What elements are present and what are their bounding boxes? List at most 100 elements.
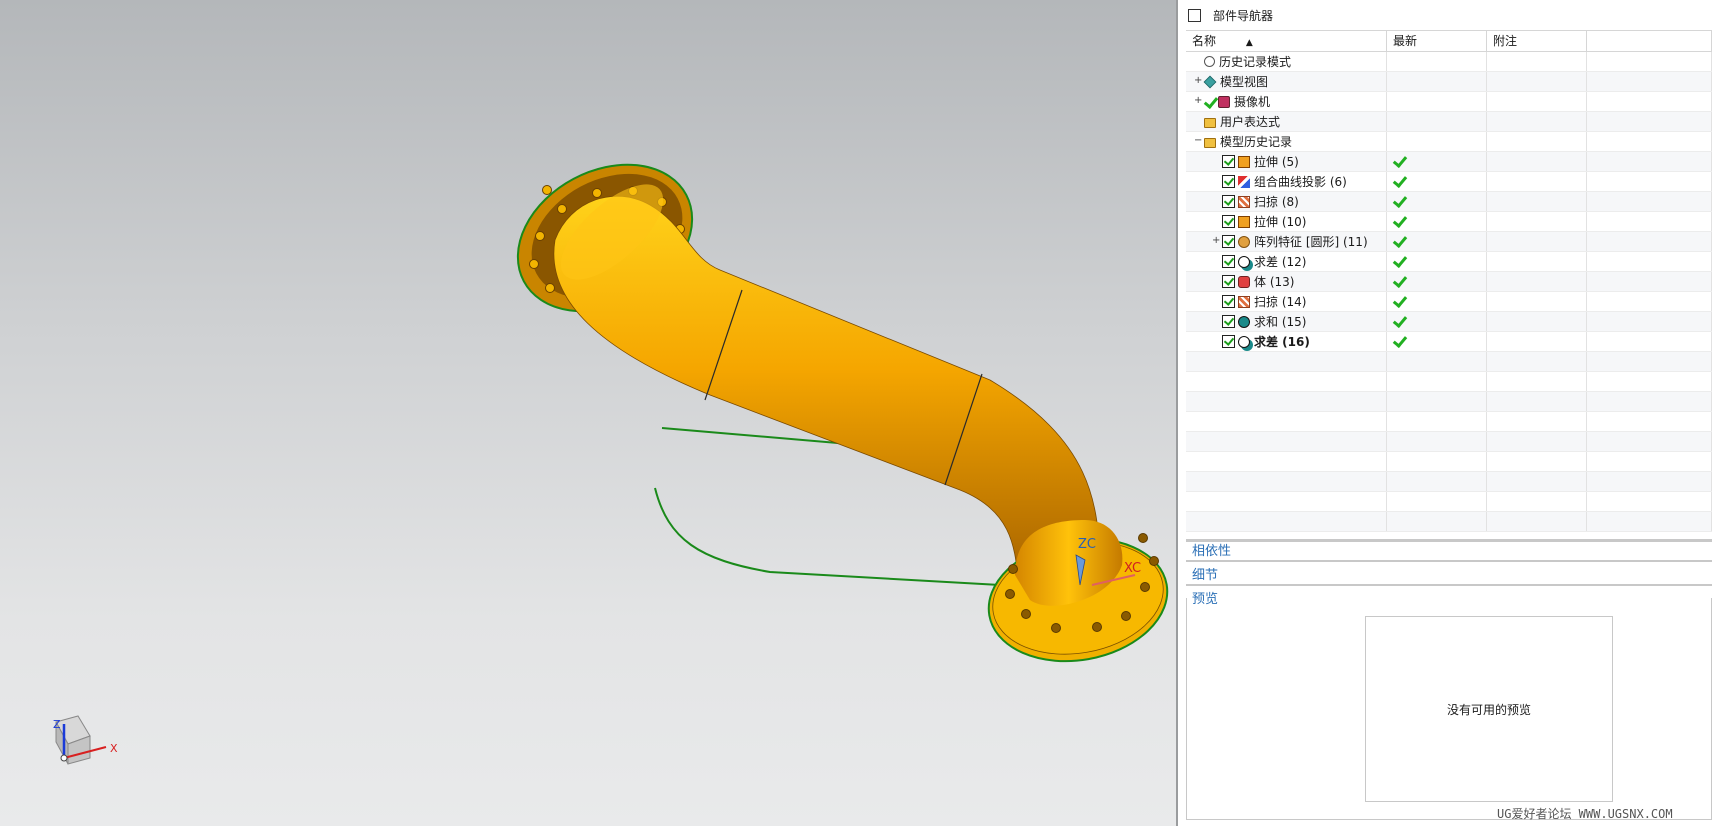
tree-row-notes-cell (1487, 332, 1587, 351)
tree-row-name-cell[interactable]: 体 (13) (1186, 272, 1387, 291)
feature-checkbox[interactable] (1222, 275, 1235, 288)
tree-row-name-cell[interactable]: − 模型历史记录 (1186, 132, 1387, 151)
tree-row-filler (1587, 132, 1712, 151)
graphics-viewport[interactable]: ZC XC Z X (0, 0, 1176, 826)
tree-row-label: 阵列特征 [圆形] (11) (1254, 235, 1368, 249)
expand-icon[interactable]: + (1194, 75, 1202, 86)
tree-empty-cell (1487, 452, 1587, 471)
camera-icon (1218, 95, 1230, 108)
section-details[interactable]: 细节 (1186, 565, 1712, 586)
folder-icon (1204, 118, 1216, 128)
viewport-divider[interactable] (1176, 0, 1178, 826)
tree-empty-cell (1487, 372, 1587, 391)
feature-checkbox[interactable] (1222, 235, 1235, 248)
tree-row[interactable]: 扫掠 (14) (1186, 292, 1712, 312)
up-to-date-check-icon (1393, 175, 1405, 187)
tree-row[interactable]: 体 (13) (1186, 272, 1712, 292)
tree-row-filler (1587, 52, 1712, 71)
feature-checkbox[interactable] (1222, 315, 1235, 328)
tree-row[interactable]: 组合曲线投影 (6) (1186, 172, 1712, 192)
tree-row-filler (1587, 272, 1712, 291)
collapse-icon[interactable]: − (1194, 135, 1202, 146)
tree-row-name-cell[interactable]: 扫掠 (8) (1186, 192, 1387, 211)
tree-empty-cell (1487, 392, 1587, 411)
window-box-icon[interactable] (1188, 8, 1201, 22)
tree-row-name-cell[interactable]: 拉伸 (5) (1186, 152, 1387, 171)
tree-row[interactable]: 求差 (12) (1186, 252, 1712, 272)
tree-row-name-cell[interactable]: + 阵列特征 [圆形] (11) (1186, 232, 1387, 251)
tree-empty-cell (1387, 492, 1487, 511)
wcs-zc-label: ZC (1078, 537, 1096, 552)
tree-row-notes-cell (1487, 152, 1587, 171)
feature-checkbox[interactable] (1222, 335, 1235, 348)
tree-row-name-cell[interactable]: 求差 (12) (1186, 252, 1387, 271)
tree-row-filler (1587, 152, 1712, 171)
tree-empty-cell (1186, 372, 1387, 391)
extrude-icon (1238, 215, 1250, 228)
feature-tree: 名称 ▲ 最新 附注 历史记录模式 + 模型视图 + 摄像机 用户表达式 − 模型历史记录 拉伸… (1186, 30, 1712, 542)
col-notes-header[interactable]: 附注 (1487, 31, 1587, 51)
tree-empty-cell (1186, 412, 1387, 431)
tree-row-notes-cell (1487, 172, 1587, 191)
tree-empty-cell (1487, 412, 1587, 431)
tree-row[interactable]: 扫掠 (8) (1186, 192, 1712, 212)
view-triad[interactable]: Z X (53, 715, 118, 765)
tree-row[interactable]: + 摄像机 (1186, 92, 1712, 112)
tree-empty-cell (1587, 452, 1712, 471)
tree-empty-row (1186, 432, 1712, 452)
tree-row[interactable]: 拉伸 (5) (1186, 152, 1712, 172)
feature-checkbox[interactable] (1222, 195, 1235, 208)
expand-icon[interactable]: + (1212, 235, 1220, 246)
feature-checkbox[interactable] (1222, 295, 1235, 308)
tree-row[interactable]: 用户表达式 (1186, 112, 1712, 132)
tree-row[interactable]: − 模型历史记录 (1186, 132, 1712, 152)
col-latest-header[interactable]: 最新 (1387, 31, 1487, 51)
tree-row-name-cell[interactable]: 组合曲线投影 (6) (1186, 172, 1387, 191)
tree-empty-cell (1186, 352, 1387, 371)
tree-row[interactable]: 求差 (16) (1186, 332, 1712, 352)
tree-row-filler (1587, 72, 1712, 91)
tree-row[interactable]: + 模型视图 (1186, 72, 1712, 92)
feature-checkbox[interactable] (1222, 215, 1235, 228)
tree-empty-cell (1387, 412, 1487, 431)
navigator-title: 部件导航器 (1213, 8, 1274, 23)
tree-row-name-cell[interactable]: 拉伸 (10) (1186, 212, 1387, 231)
tree-row[interactable]: 拉伸 (10) (1186, 212, 1712, 232)
tree-empty-cell (1186, 392, 1387, 411)
tree-empty-cell (1487, 492, 1587, 511)
feature-checkbox[interactable] (1222, 175, 1235, 188)
tree-row-name-cell[interactable]: 扫掠 (14) (1186, 292, 1387, 311)
tree-row-name-cell[interactable]: 求和 (15) (1186, 312, 1387, 331)
tree-row[interactable]: 历史记录模式 (1186, 52, 1712, 72)
tree-row-filler (1587, 332, 1712, 351)
folder-open-icon (1204, 138, 1216, 148)
tree-row-latest-cell (1387, 152, 1487, 171)
tree-row-notes-cell (1487, 252, 1587, 271)
feature-checkbox[interactable] (1222, 155, 1235, 168)
tree-empty-row (1186, 412, 1712, 432)
up-to-date-check-icon (1393, 275, 1405, 287)
tree-row-notes-cell (1487, 92, 1587, 111)
tree-row-label: 求差 (12) (1254, 255, 1307, 269)
triad-x-label: X (110, 742, 118, 755)
tree-row-name-cell[interactable]: 用户表达式 (1186, 112, 1387, 131)
tree-row-latest-cell (1387, 212, 1487, 231)
tree-row-notes-cell (1487, 112, 1587, 131)
tree-row-name-cell[interactable]: + 摄像机 (1186, 92, 1387, 111)
tree-row[interactable]: 求和 (15) (1186, 312, 1712, 332)
tree-row[interactable]: + 阵列特征 [圆形] (11) (1186, 232, 1712, 252)
feature-checkbox[interactable] (1222, 255, 1235, 268)
pipe-model-render[interactable]: ZC XC Z X (0, 0, 1176, 826)
tree-rows: 历史记录模式 + 模型视图 + 摄像机 用户表达式 − 模型历史记录 拉伸 (5) 组合曲线投影 … (1186, 52, 1712, 532)
section-dependencies[interactable]: 相依性 (1186, 541, 1712, 562)
tree-empty-cell (1186, 432, 1387, 451)
col-name-header[interactable]: 名称 ▲ (1186, 31, 1387, 51)
tree-row-name-cell[interactable]: + 模型视图 (1186, 72, 1387, 91)
tree-row-name-cell[interactable]: 历史记录模式 (1186, 52, 1387, 71)
tree-row-name-cell[interactable]: 求差 (16) (1186, 332, 1387, 351)
navigator-title-bar: 部件导航器 (1186, 5, 1273, 25)
tree-row-filler (1587, 212, 1712, 231)
tree-empty-cell (1387, 372, 1487, 391)
expand-icon[interactable]: + (1194, 95, 1202, 106)
tree-empty-cell (1587, 412, 1712, 431)
